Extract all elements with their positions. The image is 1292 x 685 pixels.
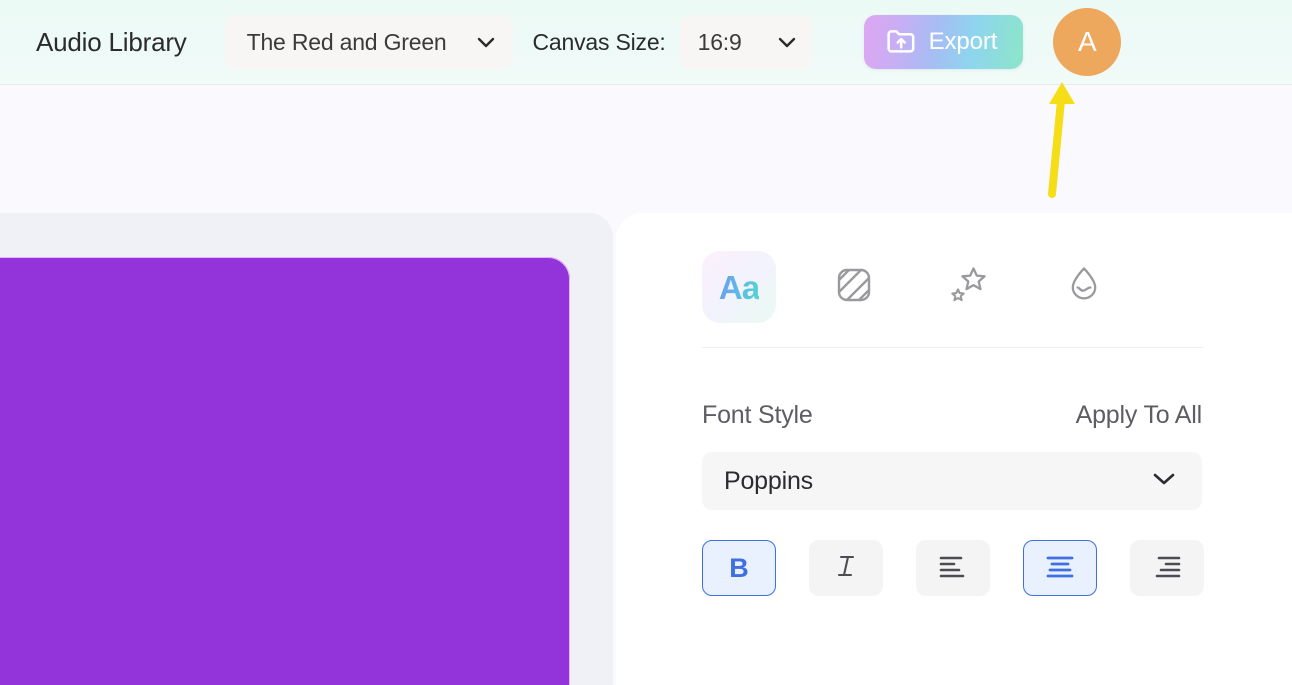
workspace: Aa Font Style Apply To All Poppins B bbox=[0, 86, 1292, 685]
project-selector[interactable]: The Red and Green bbox=[224, 15, 513, 69]
water-droplet-icon bbox=[1062, 263, 1106, 312]
hatched-square-icon bbox=[832, 263, 876, 312]
app-title: Audio Library bbox=[36, 26, 187, 57]
canvas-size-group: Canvas Size: 16:9 bbox=[533, 15, 812, 69]
canvas-ratio-selector[interactable]: 16:9 bbox=[679, 15, 812, 69]
italic-icon bbox=[833, 552, 859, 585]
avatar-initial: A bbox=[1078, 26, 1097, 57]
italic-button[interactable] bbox=[809, 540, 883, 596]
format-button-group: B bbox=[702, 540, 1292, 596]
tab-color[interactable] bbox=[1047, 251, 1121, 323]
bold-icon: B bbox=[729, 552, 749, 583]
sparkles-icon bbox=[946, 262, 992, 313]
bold-button[interactable]: B bbox=[702, 540, 776, 596]
align-center-icon bbox=[1045, 554, 1075, 583]
canvas-size-label: Canvas Size: bbox=[532, 28, 666, 55]
app-header: Audio Library The Red and Green Canvas S… bbox=[0, 0, 1292, 85]
chevron-down-icon bbox=[778, 37, 796, 48]
properties-panel: Aa Font Style Apply To All Poppins B bbox=[616, 213, 1292, 685]
folder-upload-icon bbox=[886, 27, 916, 58]
align-right-icon bbox=[1152, 554, 1182, 583]
align-right-button[interactable] bbox=[1130, 540, 1204, 596]
tab-text[interactable]: Aa bbox=[702, 251, 776, 323]
export-button-label: Export bbox=[928, 28, 998, 55]
align-left-icon bbox=[938, 554, 968, 583]
canvas-ratio-value: 16:9 bbox=[697, 28, 742, 55]
project-name: The Red and Green bbox=[246, 28, 447, 55]
font-style-label: Font Style bbox=[702, 401, 813, 429]
align-center-button[interactable] bbox=[1023, 540, 1097, 596]
tab-background[interactable] bbox=[817, 251, 891, 323]
chevron-down-icon bbox=[477, 37, 495, 48]
tab-effects[interactable] bbox=[932, 251, 1006, 323]
font-family-select[interactable]: Poppins bbox=[702, 452, 1202, 510]
user-avatar[interactable]: A bbox=[1053, 8, 1122, 76]
font-family-value: Poppins bbox=[724, 466, 813, 495]
export-button[interactable]: Export bbox=[863, 15, 1024, 69]
canvas-artboard[interactable] bbox=[0, 257, 570, 685]
font-style-row: Font Style Apply To All bbox=[616, 348, 1292, 430]
apply-to-all-button[interactable]: Apply To All bbox=[1076, 401, 1203, 430]
text-aa-icon: Aa bbox=[718, 268, 760, 306]
chevron-down-icon bbox=[1152, 472, 1176, 491]
align-left-button[interactable] bbox=[916, 540, 990, 596]
panel-tab-bar: Aa bbox=[616, 251, 1292, 323]
